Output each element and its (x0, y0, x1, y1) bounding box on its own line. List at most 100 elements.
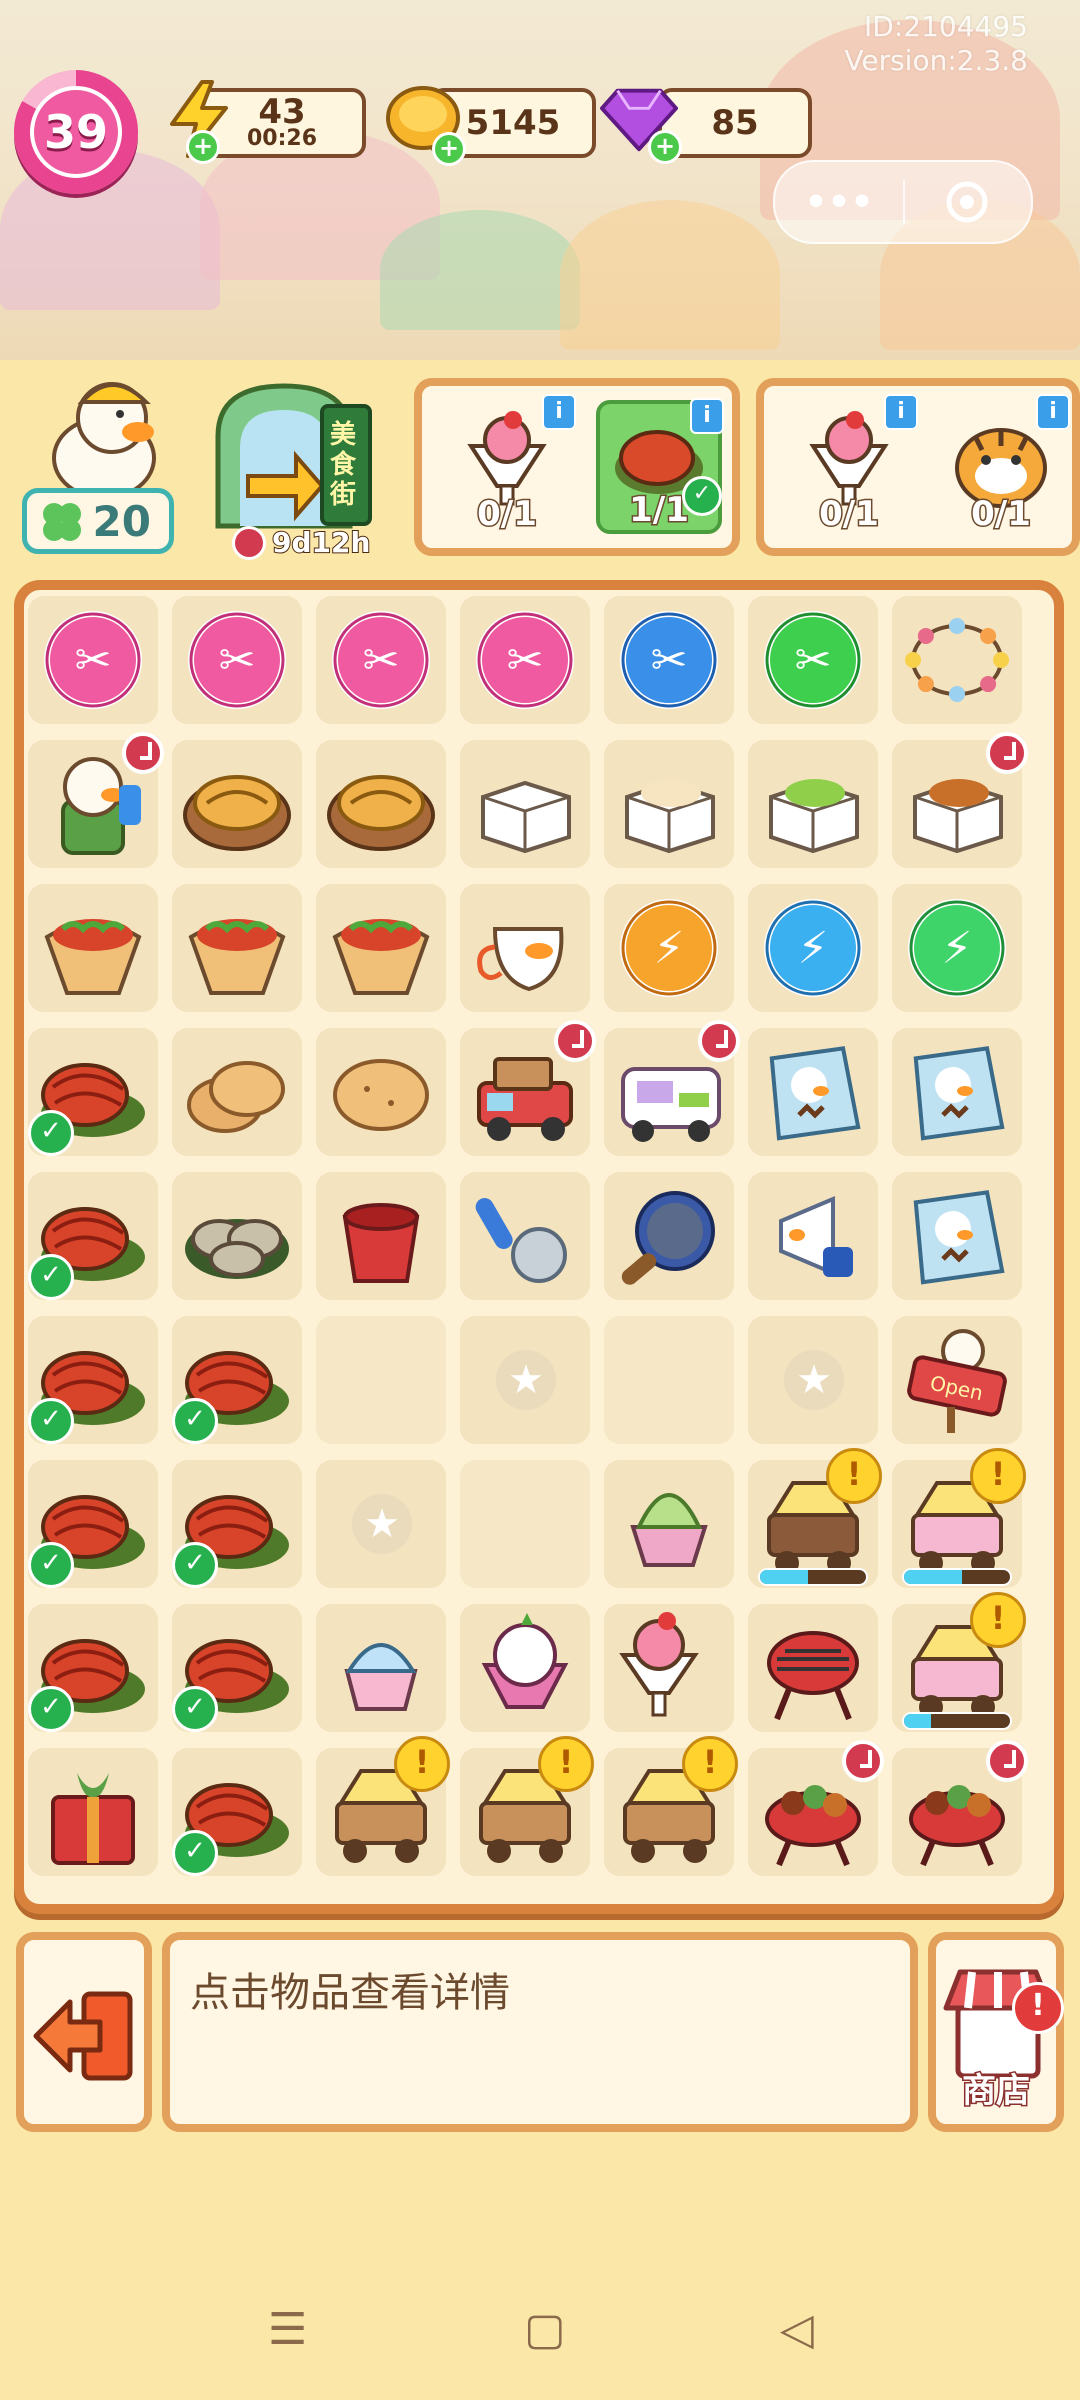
board-cell[interactable] (892, 1172, 1022, 1300)
board-cell[interactable] (172, 740, 302, 868)
board-cell[interactable] (28, 1748, 158, 1876)
board-cell[interactable] (748, 1740, 884, 1876)
board-cell[interactable]: ✓ (172, 1316, 302, 1444)
board-cell[interactable] (748, 740, 878, 868)
oyster-plate-icon[interactable] (172, 1172, 302, 1300)
pie-basket-icon[interactable] (172, 740, 302, 868)
board-cell[interactable]: ⚡ (892, 884, 1022, 1012)
board-cell[interactable] (172, 1172, 302, 1300)
burrito-icon[interactable] (28, 884, 158, 1012)
board-cell[interactable] (172, 1028, 302, 1156)
board-cell[interactable] (892, 596, 1022, 724)
takeout-box-food-icon[interactable] (748, 740, 878, 868)
add-gems-icon[interactable]: + (648, 130, 682, 164)
pie-basket-icon[interactable] (316, 740, 446, 868)
sundae-icon[interactable] (604, 1604, 734, 1732)
board-cell[interactable]: ! (892, 1448, 1026, 1588)
board-cell[interactable] (460, 884, 590, 1012)
open-sign-icon[interactable]: Open (892, 1316, 1022, 1444)
order-item-sundae[interactable]: 0/1 i (786, 394, 918, 536)
board-cell[interactable] (748, 1604, 878, 1732)
board-cell[interactable] (316, 1172, 446, 1300)
order-card-1[interactable]: 0/1 i 1/1 i ✓ (414, 378, 740, 556)
board-cell[interactable] (748, 1028, 878, 1156)
flatbread-icon[interactable] (316, 1028, 446, 1156)
board-cell[interactable]: ! (892, 1592, 1026, 1732)
menu-nav-icon[interactable]: ☰ (268, 2304, 307, 2355)
shaved-ice-icon[interactable] (316, 1604, 446, 1732)
board-cell[interactable]: Open (892, 1316, 1022, 1444)
board-cell[interactable] (316, 1604, 446, 1732)
bbq-grill-icon[interactable] (748, 1604, 878, 1732)
board-cell[interactable]: ✓ (28, 1028, 158, 1156)
board-cell[interactable]: ★ (316, 1460, 446, 1588)
add-coins-icon[interactable]: + (432, 132, 466, 166)
board-cell[interactable]: ✂ (748, 596, 878, 724)
info-icon[interactable]: i (542, 394, 576, 430)
board-cell[interactable] (604, 1020, 740, 1156)
board-cell[interactable]: ✂ (28, 596, 158, 724)
home-nav-icon[interactable]: ▢ (524, 2304, 566, 2355)
board-cell[interactable]: ★ (748, 1316, 878, 1444)
board-cell[interactable] (28, 884, 158, 1012)
duck-mask-icon[interactable] (460, 884, 590, 1012)
board-cell[interactable] (460, 1460, 590, 1588)
board-cell[interactable]: ✓ (28, 1172, 158, 1300)
order-item-sundae[interactable]: 0/1 i (444, 394, 576, 536)
string-lights-icon[interactable] (892, 596, 1022, 724)
order-item-tiger-customer[interactable]: 0/1 i (938, 394, 1070, 536)
frying-pan-icon[interactable] (604, 1172, 734, 1300)
board-cell[interactable] (172, 884, 302, 1012)
board-cell[interactable]: ★ (460, 1316, 590, 1444)
pink-scissors-icon[interactable]: ✂ (172, 596, 302, 724)
more-icon[interactable]: ••• (775, 162, 903, 242)
board-cell[interactable]: ✓ (28, 1604, 158, 1732)
board-cell[interactable] (604, 1316, 734, 1444)
green-energy-icon[interactable]: ⚡ (892, 884, 1022, 1012)
board-cell[interactable]: ⚡ (604, 884, 734, 1012)
add-energy-icon[interactable]: + (186, 130, 220, 164)
board-cell[interactable] (892, 1028, 1022, 1156)
board-cell[interactable] (604, 1172, 734, 1300)
green-scissors-icon[interactable]: ✂ (748, 596, 878, 724)
back-nav-icon[interactable]: ◁ (780, 2304, 814, 2355)
takeout-box-closed-icon[interactable] (460, 740, 590, 868)
orange-energy-icon[interactable]: ⚡ (604, 884, 734, 1012)
pink-scissors-icon[interactable]: ✂ (28, 596, 158, 724)
board-cell[interactable] (460, 1172, 590, 1300)
board-cell[interactable]: ✓ (28, 1460, 158, 1588)
board-cell[interactable]: ⚡ (748, 884, 878, 1012)
burrito-icon[interactable] (316, 884, 446, 1012)
order-item-crayfish[interactable]: 1/1 i ✓ (596, 398, 724, 534)
shop-button[interactable]: ! 商店 (928, 1932, 1064, 2132)
board-cell[interactable] (604, 740, 734, 868)
blue-scissors-icon[interactable]: ✂ (604, 596, 734, 724)
gift-box-icon[interactable] (28, 1748, 158, 1876)
exit-button[interactable] (16, 1932, 152, 2132)
board-cell[interactable] (604, 1604, 734, 1732)
flatbread-stack-icon[interactable] (172, 1028, 302, 1156)
red-bucket-icon[interactable] (316, 1172, 446, 1300)
info-icon[interactable]: i (884, 394, 918, 430)
board-cell[interactable]: ✓ (172, 1604, 302, 1732)
scoop-icon[interactable] (460, 1172, 590, 1300)
worker-duck-icon[interactable] (34, 368, 174, 500)
info-icon[interactable]: i (1036, 394, 1070, 430)
board-cell[interactable]: ✂ (316, 596, 446, 724)
board-cell[interactable]: ✓ (172, 1460, 302, 1588)
board-cell[interactable] (892, 732, 1028, 868)
pink-scissors-icon[interactable]: ✂ (460, 596, 590, 724)
board-cell[interactable] (748, 1172, 878, 1300)
info-icon[interactable]: i (690, 398, 724, 434)
board-cell[interactable]: ✂ (460, 596, 590, 724)
board-cell[interactable]: ! (316, 1736, 450, 1876)
board-cell[interactable]: ✓ (172, 1748, 302, 1876)
close-mini-program-icon[interactable] (903, 162, 1031, 242)
board-cell[interactable] (604, 1460, 734, 1588)
board-cell[interactable] (892, 1740, 1028, 1876)
board-cell[interactable] (316, 740, 446, 868)
level-badge[interactable]: 39 (14, 70, 138, 194)
board-cell[interactable]: ! (604, 1736, 738, 1876)
order-card-2[interactable]: 0/1 i 0/1 i (756, 378, 1080, 556)
megaphone-icon[interactable] (748, 1172, 878, 1300)
